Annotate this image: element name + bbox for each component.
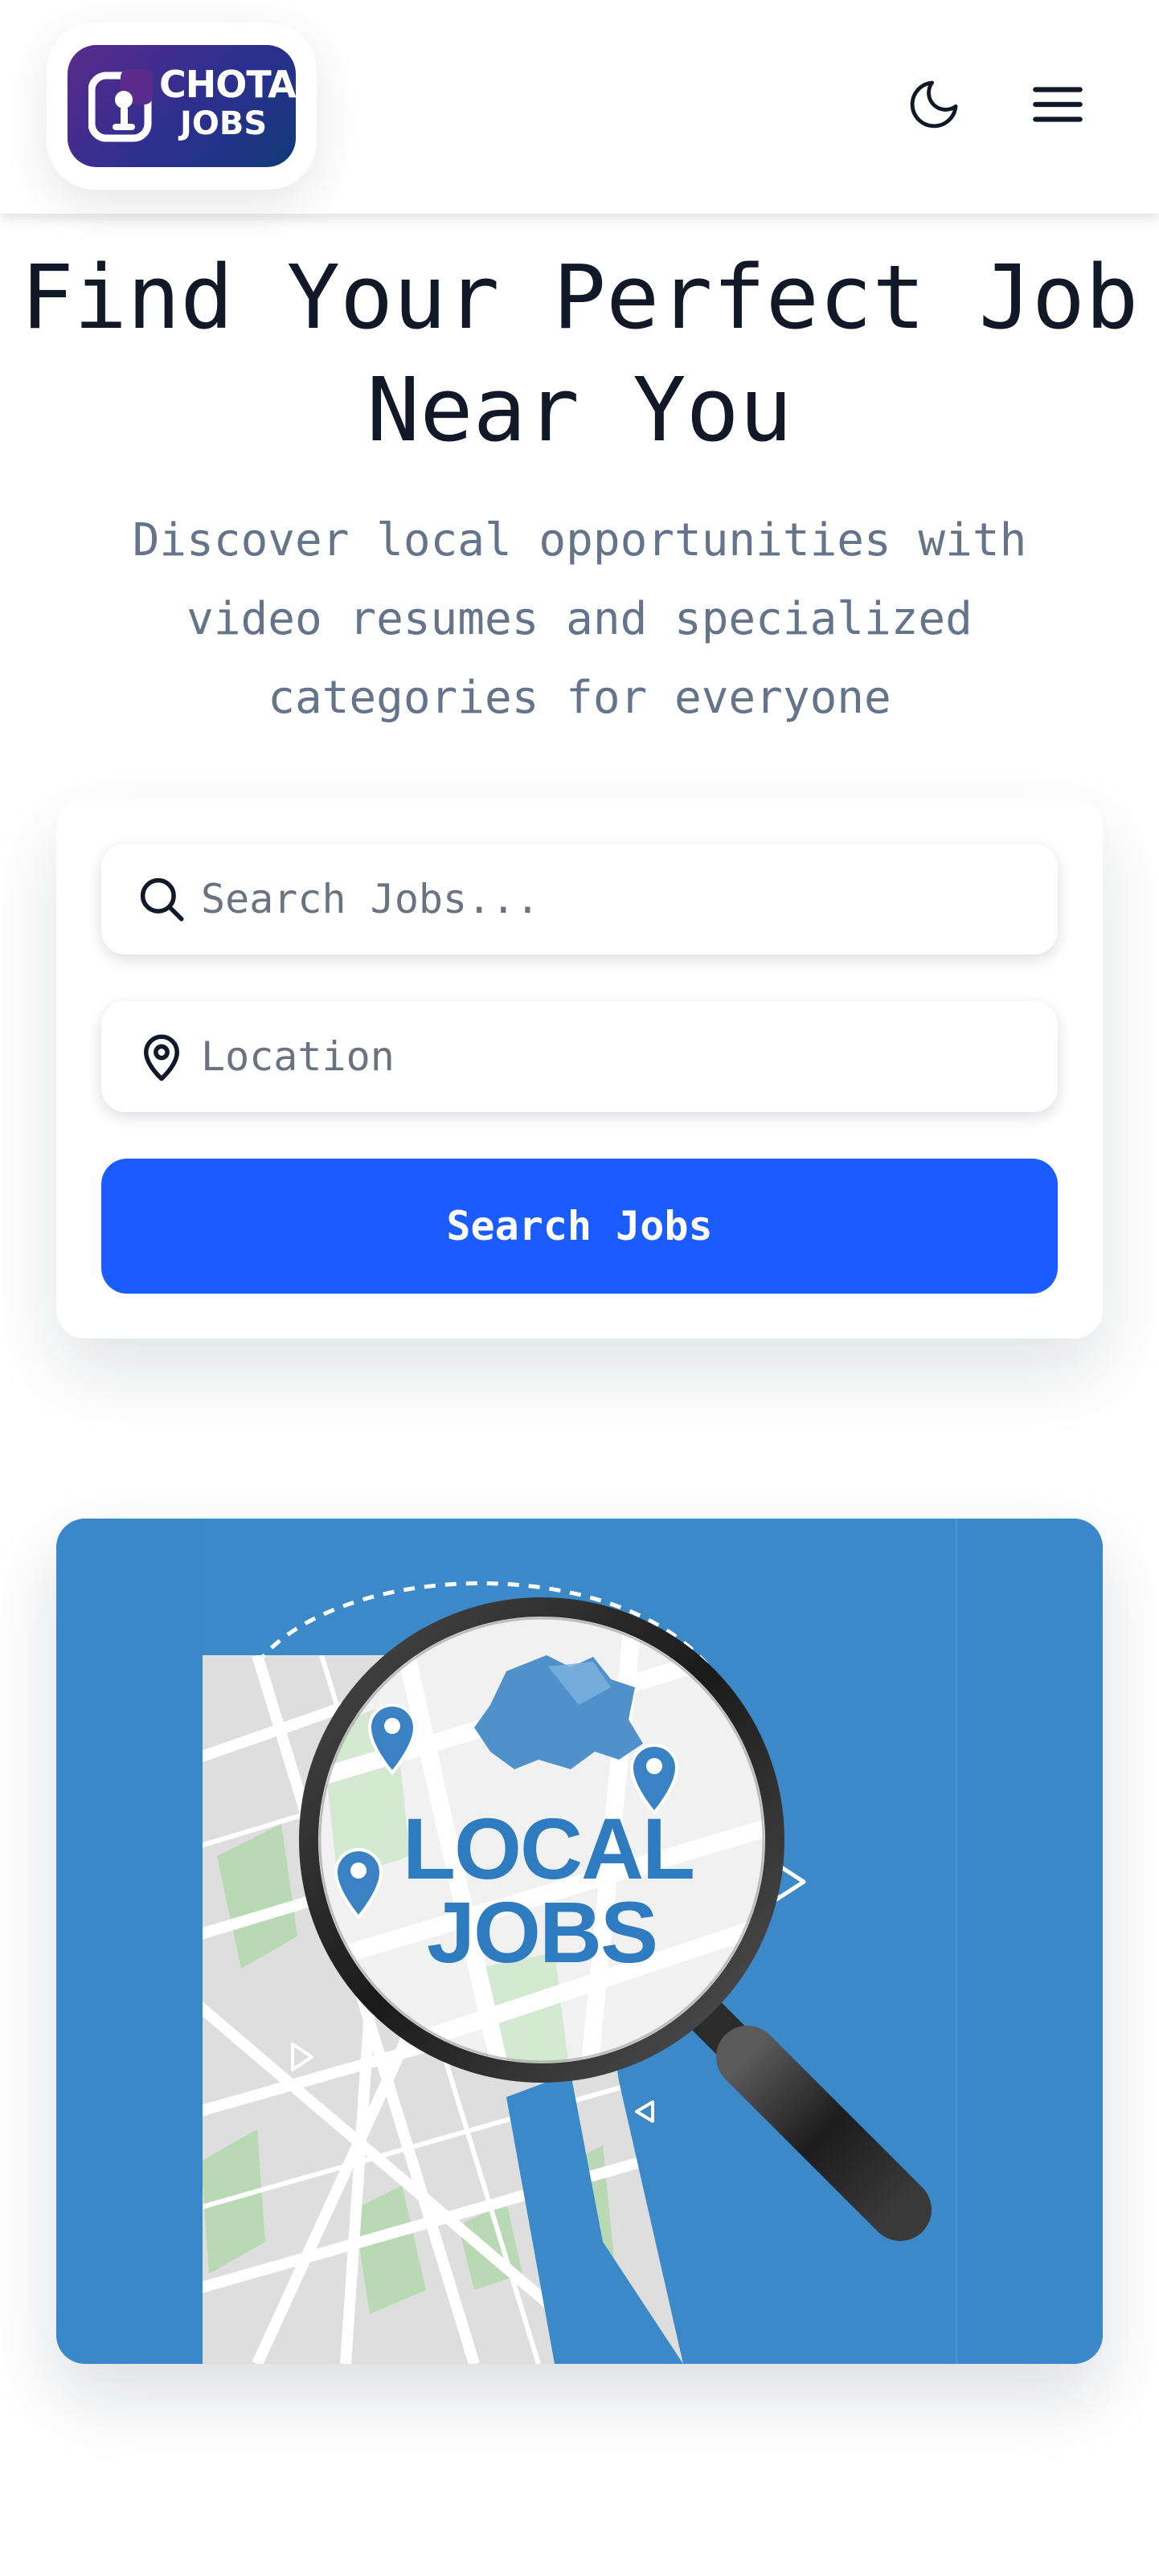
- logo-mark-icon: [88, 69, 153, 142]
- location-input[interactable]: [201, 1001, 1037, 1112]
- promo-text-jobs: JOBS: [427, 1883, 657, 1981]
- hamburger-menu-icon: [1033, 87, 1083, 122]
- hero-title: Find Your Perfect Job Near You: [20, 246, 1139, 461]
- logo: CHOTA JOBS: [68, 45, 297, 167]
- keyword-field: [101, 844, 1058, 955]
- job-search-form: Search Jobs: [56, 799, 1103, 1339]
- search-jobs-button[interactable]: Search Jobs: [101, 1159, 1058, 1294]
- map-pin-icon: [144, 1034, 179, 1082]
- hero-subtitle: Discover local opportunities with video …: [132, 514, 1027, 724]
- logo-text-line2: JOBS: [180, 105, 268, 142]
- search-icon: [140, 877, 184, 922]
- logo-link[interactable]: CHOTA JOBS: [47, 22, 317, 190]
- menu-button[interactable]: [1026, 72, 1090, 137]
- logo-text-line1: CHOTA: [159, 63, 297, 106]
- site-header: CHOTA JOBS: [0, 0, 1159, 214]
- theme-toggle-button[interactable]: [902, 72, 966, 137]
- local-jobs-illustration: LOCAL JOBS: [56, 1519, 1103, 2364]
- promo-text-local: LOCAL: [403, 1800, 694, 1897]
- location-field: [101, 1001, 1058, 1112]
- search-jobs-input[interactable]: [201, 844, 1037, 955]
- moon-icon: [910, 80, 958, 129]
- local-jobs-banner: LOCAL JOBS: [56, 1519, 1103, 2364]
